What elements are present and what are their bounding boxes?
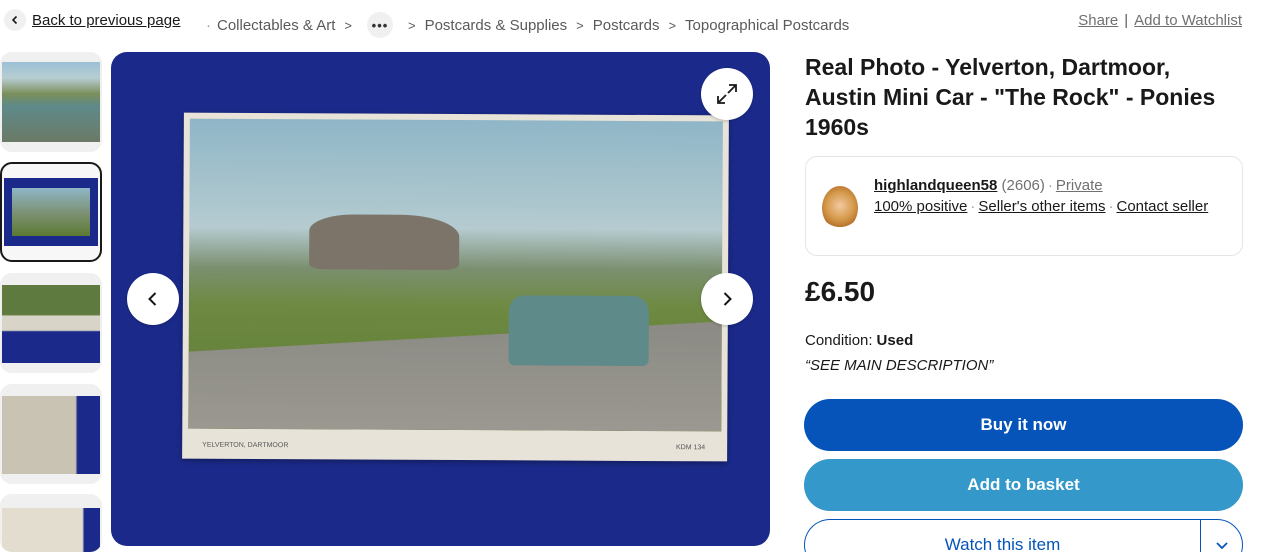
breadcrumb-item-topographical[interactable]: Topographical Postcards — [685, 17, 849, 34]
share-link[interactable]: Share — [1078, 12, 1118, 29]
back-to-previous-link[interactable]: Back to previous page — [32, 12, 180, 29]
thumbnail-postcard — [12, 188, 90, 236]
postcard-caption: YELVERTON, DARTMOOR — [202, 441, 289, 450]
breadcrumb-item-postcards-supplies[interactable]: Postcards & Supplies — [425, 17, 568, 34]
thumbnail-image — [2, 508, 100, 552]
more-options-button[interactable]: ••• — [366, 12, 393, 38]
thumbnail-4[interactable] — [0, 384, 102, 484]
expand-button[interactable] — [701, 68, 753, 120]
rock-shape — [309, 214, 460, 271]
seller-card: highlandqueen58 (2606) · Private 100% posi… — [805, 156, 1243, 256]
add-to-watchlist-link[interactable]: Add to Watchlist — [1134, 12, 1242, 29]
breadcrumb-trail: · Collectables & Art > ••• > Postcards &… — [200, 12, 849, 38]
chevron-right-icon — [723, 292, 732, 306]
breadcrumb-dot: · — [206, 16, 211, 34]
thumbnail-5[interactable] — [0, 494, 102, 552]
add-to-basket-button[interactable]: Add to basket — [804, 459, 1243, 511]
top-actions-separator: | — [1124, 12, 1129, 29]
seller-avatar[interactable] — [822, 186, 858, 230]
seller-info: highlandqueen58 (2606) · Private 100% posi… — [874, 175, 1224, 217]
main-product-image[interactable]: YELVERTON, DARTMOOR KDM 134 — [111, 52, 770, 546]
next-image-button[interactable] — [701, 273, 753, 325]
car-shape — [508, 295, 649, 367]
seller-type-link[interactable]: Private — [1056, 177, 1103, 194]
condition: Condition: Used — [805, 332, 913, 349]
contact-seller-link[interactable]: Contact seller — [1116, 198, 1208, 215]
separator-dot: · — [970, 198, 976, 215]
chevron-left-icon — [148, 292, 157, 306]
breadcrumb-item-postcards[interactable]: Postcards — [593, 17, 660, 34]
breadcrumb-item-collectables[interactable]: Collectables & Art — [217, 17, 335, 34]
chevron-right-icon: > — [668, 17, 677, 33]
previous-image-button[interactable] — [127, 273, 179, 325]
postcard-photo — [188, 118, 723, 432]
breadcrumb: Back to previous page · Collectables & A… — [0, 8, 1280, 38]
thumbnail-image — [2, 396, 100, 474]
thumbnail-2-selected[interactable] — [0, 162, 102, 262]
condition-value: Used — [876, 332, 914, 349]
chevron-right-icon: > — [344, 17, 352, 33]
top-actions: Share | Add to Watchlist — [1078, 12, 1242, 29]
thumbnail-3[interactable] — [0, 273, 102, 373]
chevron-right-icon: > — [407, 17, 416, 33]
thumbnail-1[interactable] — [0, 52, 102, 152]
separator-dot: · — [1108, 198, 1114, 215]
listing-title: Real Photo - Yelverton, Dartmoor, Austin… — [805, 54, 1216, 140]
positive-feedback-link[interactable]: 100% positive — [874, 198, 967, 215]
watch-dropdown-button[interactable] — [1200, 519, 1243, 552]
price: £6.50 — [805, 276, 876, 307]
chevron-left-icon[interactable] — [4, 9, 26, 31]
condition-label: Condition: — [805, 332, 873, 349]
chevron-down-icon — [1215, 542, 1228, 550]
postcard-code: KDM 134 — [675, 444, 706, 452]
seller-feedback-count: (2606) — [1001, 177, 1045, 194]
expand-icon — [717, 84, 737, 104]
thumbnail-image — [4, 178, 98, 246]
separator-dot: · — [1047, 177, 1053, 194]
sellers-other-items-link[interactable]: Seller's other items — [978, 198, 1105, 215]
watch-item-button[interactable]: Watch this item — [804, 519, 1200, 552]
buy-it-now-button[interactable]: Buy it now — [804, 399, 1243, 451]
seller-name-link[interactable]: highlandqueen58 — [874, 177, 997, 194]
chevron-right-icon: > — [576, 17, 584, 33]
thumbnail-image — [2, 285, 100, 363]
condition-description: “SEE MAIN DESCRIPTION” — [805, 357, 994, 374]
thumbnail-image — [2, 62, 100, 142]
postcard-image: YELVERTON, DARTMOOR KDM 134 — [182, 112, 729, 462]
